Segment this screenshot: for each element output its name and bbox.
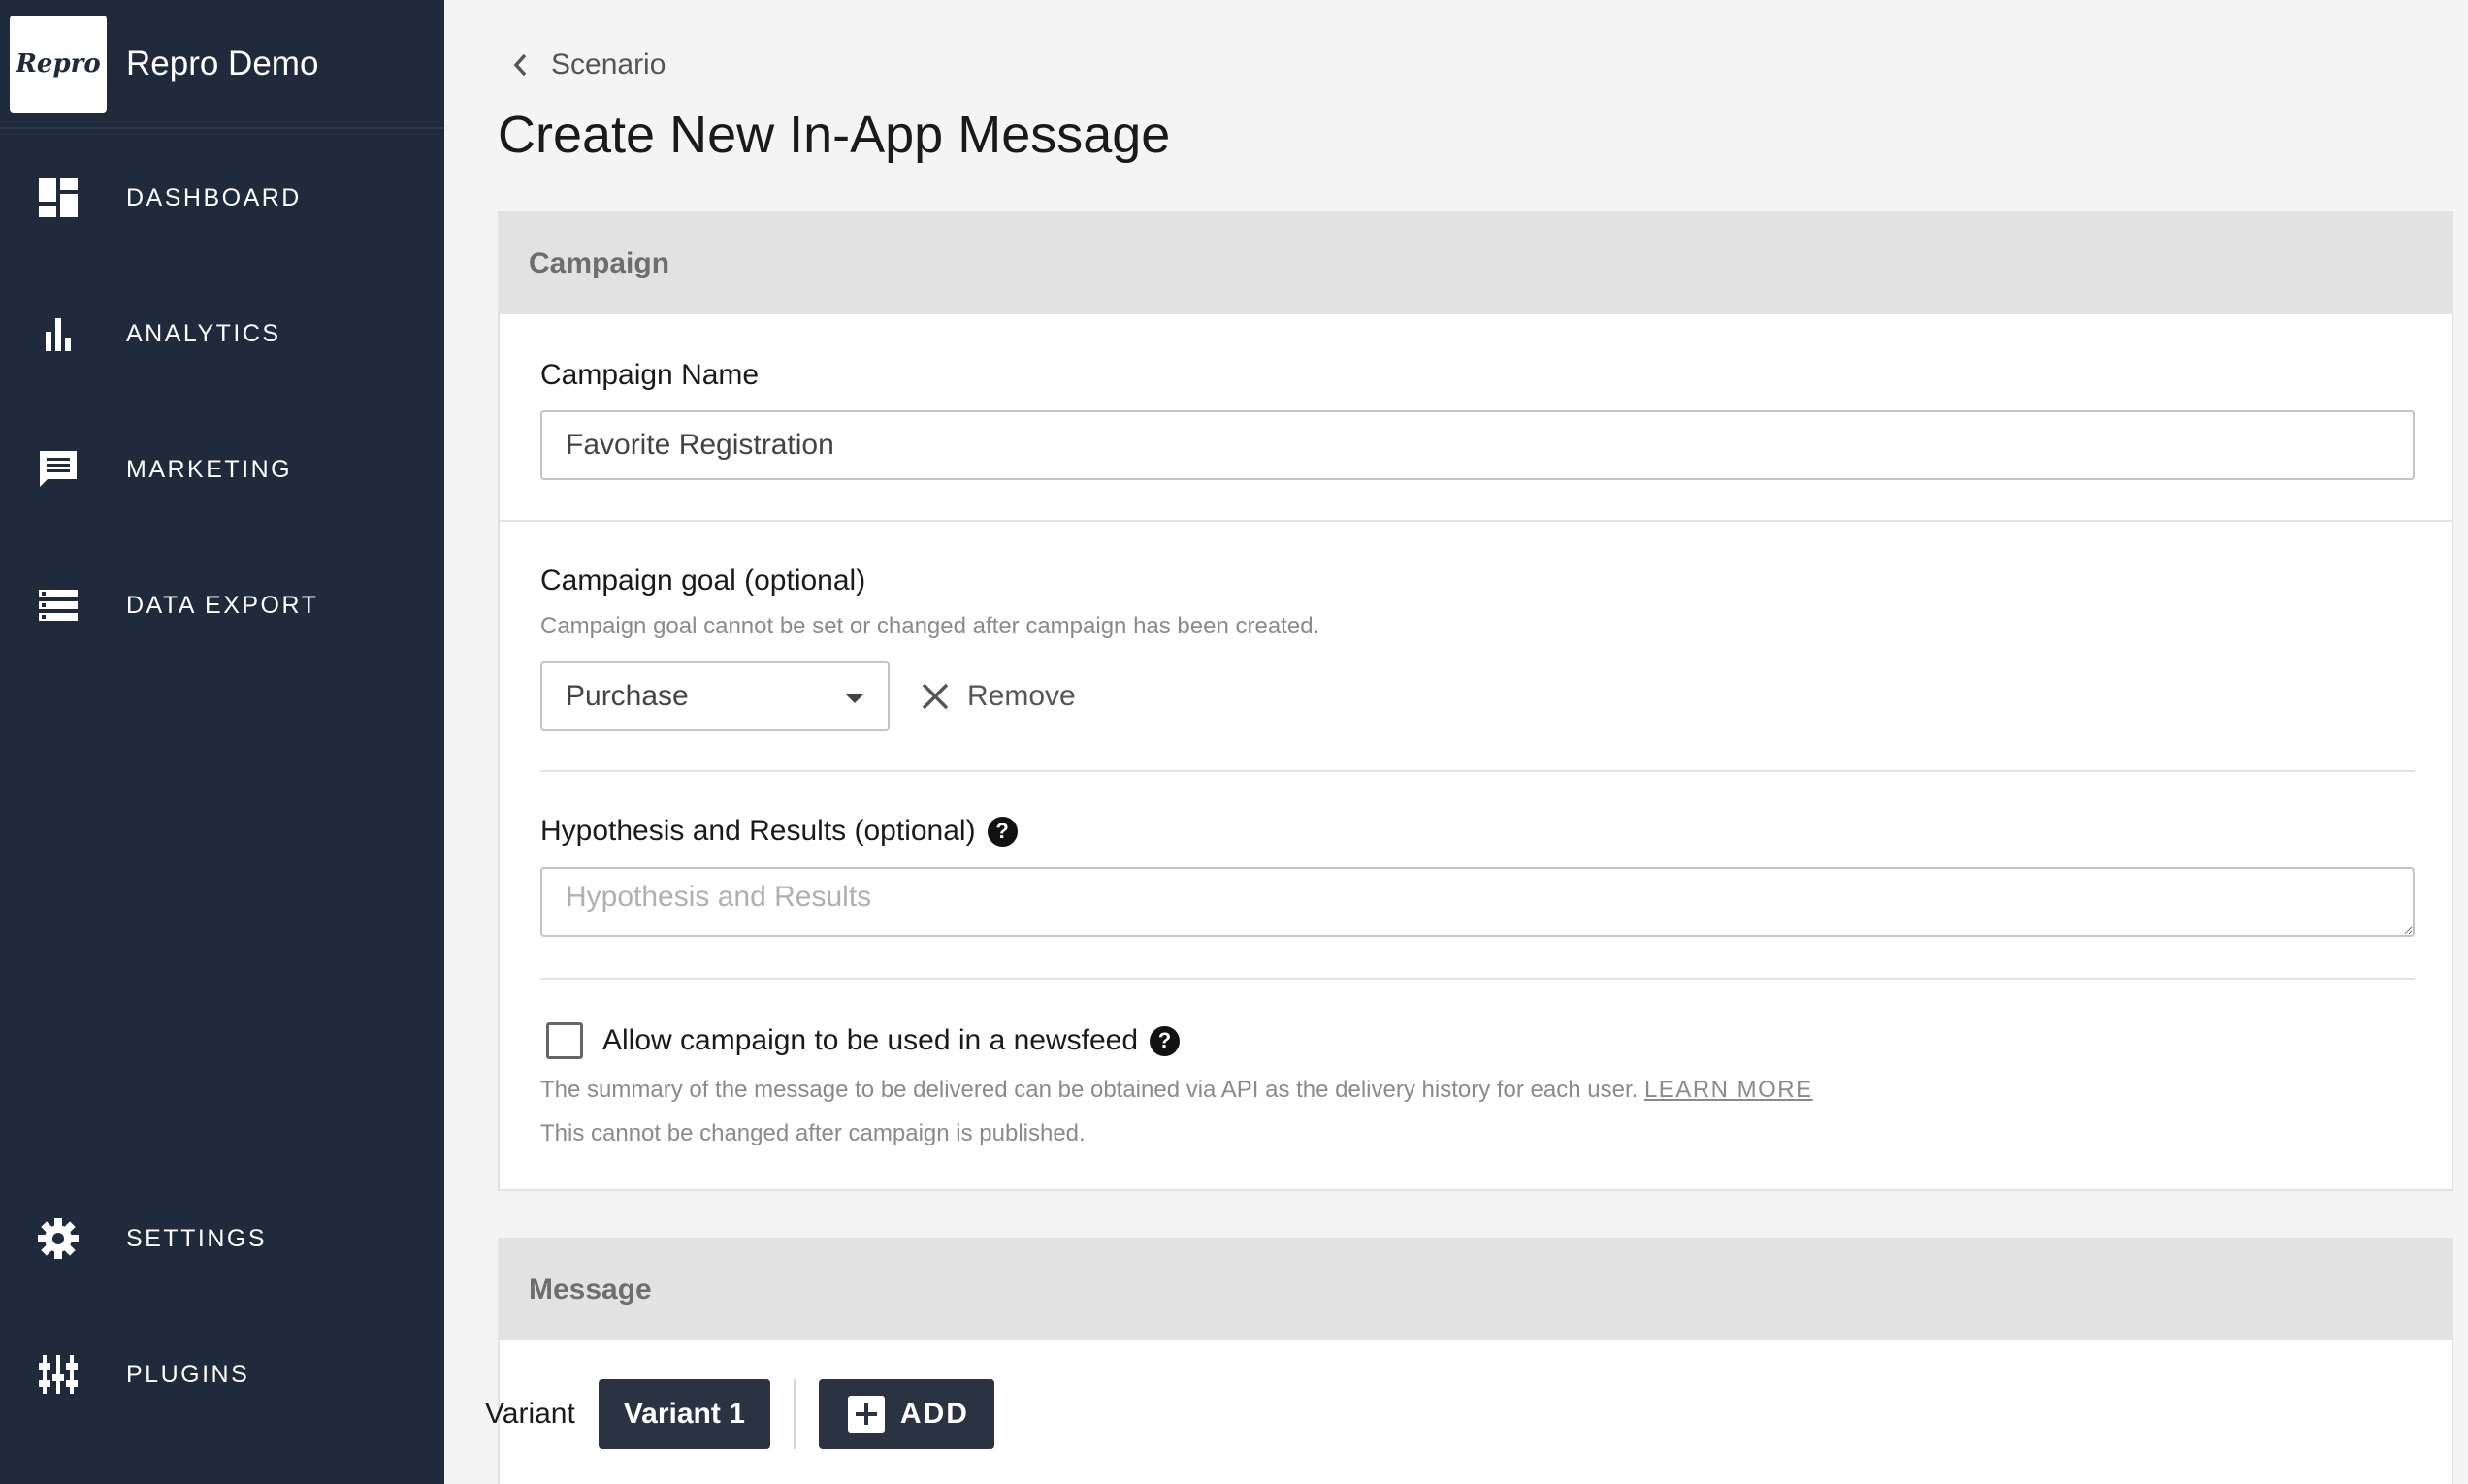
variant-row: Variant Variant 1 ADD bbox=[485, 1379, 994, 1449]
hypothesis-textarea[interactable] bbox=[540, 867, 2415, 937]
divider bbox=[540, 770, 2415, 772]
variant-1-tab[interactable]: Variant 1 bbox=[598, 1379, 770, 1449]
campaign-goal-label: Campaign goal (optional) bbox=[540, 565, 866, 597]
learn-more-link[interactable]: LEARN MORE bbox=[1644, 1077, 1813, 1103]
newsfeed-note: This cannot be changed after campaign is… bbox=[540, 1120, 1086, 1146]
campaign-section-header: Campaign bbox=[500, 213, 2452, 314]
nav-item-settings[interactable]: SETTINGS bbox=[0, 1190, 444, 1287]
nav-item-plugins[interactable]: PLUGINS bbox=[0, 1326, 444, 1423]
variant-label: Variant bbox=[485, 1398, 575, 1430]
breadcrumb-back[interactable]: Scenario bbox=[512, 48, 666, 81]
bar-chart-icon bbox=[46, 318, 71, 351]
message-section-header: Message bbox=[500, 1240, 2452, 1340]
nav-item-analytics[interactable]: ANALYTICS bbox=[0, 285, 444, 382]
main-content: Scenario Create New In-App Message Campa… bbox=[444, 0, 2468, 1484]
hypothesis-label: Hypothesis and Results (optional) bbox=[540, 815, 976, 847]
campaign-goal-help: Campaign goal cannot be set or changed a… bbox=[540, 613, 1320, 639]
campaign-name-label: Campaign Name bbox=[540, 359, 760, 391]
sidebar: Repro Repro Demo DASHBOARD ANALYTICS MAR… bbox=[0, 0, 444, 1484]
message-icon bbox=[40, 451, 77, 487]
remove-goal-label: Remove bbox=[967, 680, 1076, 712]
breadcrumb-label: Scenario bbox=[551, 48, 666, 81]
app-root: Repro Repro Demo DASHBOARD ANALYTICS MAR… bbox=[0, 0, 2468, 1484]
add-variant-label: ADD bbox=[899, 1398, 969, 1430]
nav-label-plugins: PLUGINS bbox=[126, 1360, 250, 1388]
newsfeed-label-row: Allow campaign to be used in a newsfeed … bbox=[602, 1022, 1181, 1059]
dashboard-icon bbox=[39, 178, 78, 217]
hypothesis-label-row: Hypothesis and Results (optional) ? bbox=[540, 815, 1018, 848]
nav-label-dashboard: DASHBOARD bbox=[126, 183, 302, 211]
plugins-icon bbox=[39, 1355, 78, 1394]
close-icon bbox=[922, 683, 949, 710]
campaign-name-input[interactable] bbox=[540, 410, 2415, 480]
nav-item-data-export[interactable]: DATA EXPORT bbox=[0, 557, 444, 654]
plus-icon bbox=[847, 1396, 885, 1433]
help-icon[interactable]: ? bbox=[987, 816, 1018, 847]
campaign-card: Campaign Campaign Name Campaign goal (op… bbox=[498, 211, 2453, 1191]
nav-item-marketing[interactable]: MARKETING bbox=[0, 421, 444, 518]
remove-goal-button[interactable]: Remove bbox=[921, 661, 1076, 731]
nav-item-dashboard[interactable]: DASHBOARD bbox=[0, 149, 444, 246]
caret-down-icon bbox=[845, 694, 864, 703]
divider bbox=[793, 1379, 796, 1449]
help-icon[interactable]: ? bbox=[1150, 1025, 1181, 1056]
data-export-icon bbox=[39, 590, 78, 621]
divider bbox=[540, 978, 2415, 980]
newsfeed-checkbox[interactable] bbox=[546, 1022, 583, 1059]
nav-label-data-export: DATA EXPORT bbox=[126, 591, 319, 619]
nav-label-marketing: MARKETING bbox=[126, 455, 293, 483]
chevron-left-icon bbox=[513, 53, 527, 77]
newsfeed-help-text: The summary of the message to be deliver… bbox=[540, 1077, 1639, 1103]
repro-logo[interactable]: Repro bbox=[10, 15, 107, 113]
newsfeed-help: The summary of the message to be deliver… bbox=[540, 1077, 1813, 1104]
page-title: Create New In-App Message bbox=[498, 106, 1171, 164]
newsfeed-label[interactable]: Allow campaign to be used in a newsfeed bbox=[602, 1024, 1138, 1057]
add-variant-button[interactable]: ADD bbox=[818, 1379, 994, 1449]
gear-icon bbox=[38, 1218, 79, 1259]
campaign-goal-select[interactable]: Purchase bbox=[540, 661, 890, 731]
brand: Repro Repro Demo bbox=[0, 0, 444, 129]
nav-label-analytics: ANALYTICS bbox=[126, 319, 281, 347]
nav-label-settings: SETTINGS bbox=[126, 1224, 268, 1252]
app-name[interactable]: Repro Demo bbox=[126, 45, 318, 83]
campaign-goal-selected: Purchase bbox=[566, 680, 689, 712]
divider bbox=[500, 520, 2453, 522]
